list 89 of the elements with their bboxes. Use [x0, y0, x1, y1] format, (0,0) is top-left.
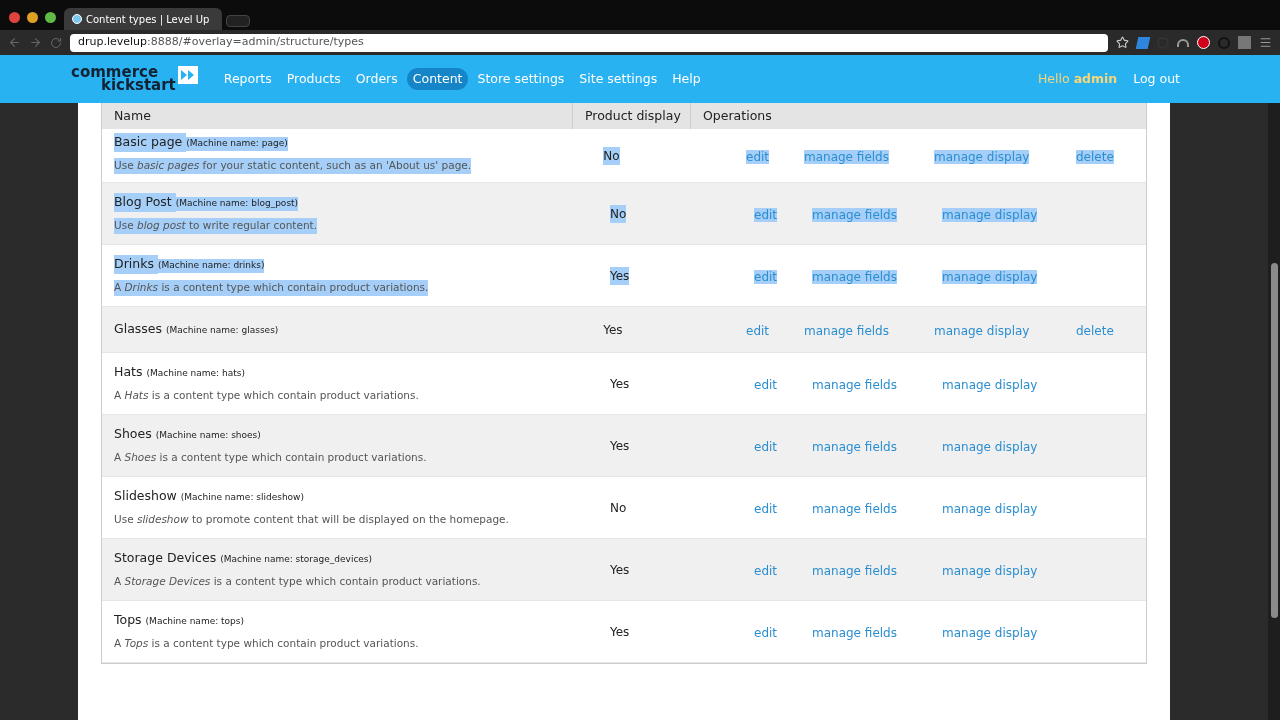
content-type-description: A Drinks is a content type which contain product variations. [114, 280, 429, 296]
nav-link[interactable]: Content [406, 67, 469, 91]
operation-link[interactable]: manage display [942, 269, 1038, 284]
operation-link[interactable]: edit [754, 501, 778, 516]
operation-link[interactable]: delete [1076, 323, 1114, 338]
operation-link[interactable]: edit [754, 439, 778, 454]
zoom-window-icon[interactable] [45, 12, 56, 23]
scrollbar-thumb[interactable] [1270, 263, 1278, 618]
machine-name: (Machine name: blog_post) [175, 197, 299, 211]
back-icon[interactable] [8, 36, 21, 49]
content-type-name: Blog Post [114, 193, 176, 212]
product-display-value: No [610, 499, 627, 517]
nav-link[interactable]: Help [666, 67, 707, 91]
operation-link[interactable]: edit [754, 377, 778, 392]
close-window-icon[interactable] [9, 12, 20, 23]
content-type-name: Shoes [114, 425, 153, 444]
browser-tab[interactable]: Content types | Level Up [64, 8, 222, 30]
operation-link[interactable]: manage display [942, 625, 1038, 640]
operation-link[interactable]: manage display [934, 323, 1030, 338]
product-display-value: Yes [603, 321, 623, 339]
operation-link[interactable]: manage fields [812, 563, 897, 578]
operation-link[interactable]: edit [746, 323, 770, 338]
forward-icon[interactable] [29, 36, 42, 49]
content-type-name: Drinks [114, 255, 158, 274]
machine-name: (Machine name: tops) [145, 615, 245, 629]
nav-link[interactable]: Site settings [573, 67, 664, 91]
content-type-description: Use slideshow to promote content that will be displayed on the homepage. [114, 512, 509, 527]
product-display-value: No [610, 204, 627, 223]
product-display-value: No [603, 146, 620, 165]
operation-link[interactable]: edit [754, 207, 778, 222]
machine-name: (Machine name: shoes) [155, 429, 261, 443]
nav-link[interactable]: Reports [217, 67, 278, 91]
logout-link[interactable]: Log out [1133, 69, 1180, 89]
content-type-description: Use basic pages for your static content, such as an 'About us' page. [114, 157, 472, 174]
operation-link[interactable]: manage fields [812, 207, 897, 222]
content-type-name: Glasses [114, 320, 164, 339]
content-type-name: Basic page [114, 133, 187, 152]
machine-name: (Machine name: drinks) [157, 259, 265, 273]
stop-icon[interactable] [1197, 36, 1210, 49]
product-display-value: Yes [610, 266, 630, 285]
content-type-name: Storage Devices [114, 549, 218, 568]
operation-link[interactable]: edit [754, 625, 778, 640]
operation-link[interactable]: edit [746, 149, 770, 164]
product-display-value: Yes [610, 437, 630, 455]
logo[interactable]: commerce kickstart [71, 66, 198, 92]
machine-name: (Machine name: hats) [146, 367, 245, 381]
menu-icon[interactable] [1259, 36, 1272, 49]
operation-link[interactable]: manage display [942, 439, 1038, 454]
operation-link[interactable]: manage fields [812, 439, 897, 454]
content-type-description: A Storage Devices is a content type which contain product variations. [114, 574, 481, 589]
content-type-name: Slideshow [114, 487, 178, 506]
nav-link[interactable]: Orders [349, 67, 404, 91]
content-type-name: Hats [114, 363, 144, 382]
content-type-description: A Tops is a content type which contain product variations. [114, 636, 419, 651]
operation-link[interactable]: manage display [942, 501, 1038, 516]
operation-link[interactable]: manage display [942, 377, 1038, 392]
operation-link[interactable]: manage display [942, 563, 1038, 578]
operation-link[interactable]: manage fields [812, 377, 897, 392]
operation-link[interactable]: delete [1076, 149, 1114, 164]
product-display-value: Yes [610, 561, 630, 579]
column-header: Operations [702, 106, 772, 125]
operation-link[interactable]: manage fields [812, 501, 897, 516]
greeting: Hello admin [1037, 69, 1118, 88]
product-display-value: Yes [610, 375, 630, 393]
content-type-name: Tops [114, 611, 143, 630]
address-bar[interactable]: drup.levelup:8888/#overlay=admin/structure/types [70, 33, 1108, 52]
star-icon[interactable] [1116, 36, 1129, 49]
machine-name: (Machine name: glasses) [166, 324, 279, 338]
globe-icon [72, 14, 82, 24]
nav-link[interactable]: Products [280, 67, 347, 91]
fast-forward-icon [177, 66, 198, 84]
operation-link[interactable]: manage fields [812, 269, 897, 284]
operation-link[interactable]: manage fields [812, 625, 897, 640]
minimize-window-icon[interactable] [27, 12, 38, 23]
operation-link[interactable]: edit [754, 563, 778, 578]
operation-link[interactable]: manage display [934, 149, 1030, 164]
operation-link[interactable]: manage display [942, 207, 1038, 222]
content-type-description: A Shoes is a content type which contain product variations. [114, 450, 427, 465]
machine-name: (Machine name: slideshow) [180, 491, 304, 505]
nav-link[interactable]: Store settings [471, 67, 571, 91]
operation-link[interactable]: edit [754, 269, 778, 284]
content-type-description: Use blog post to write regular content. [114, 218, 318, 234]
machine-name: (Machine name: page) [186, 137, 288, 151]
product-display-value: Yes [610, 623, 630, 641]
machine-name: (Machine name: storage_devices) [220, 553, 373, 567]
reload-icon[interactable] [50, 36, 62, 49]
operation-link[interactable]: manage fields [804, 149, 889, 164]
operation-link[interactable]: manage fields [804, 323, 889, 338]
content-type-description: A Hats is a content type which contain product variations. [114, 388, 419, 403]
